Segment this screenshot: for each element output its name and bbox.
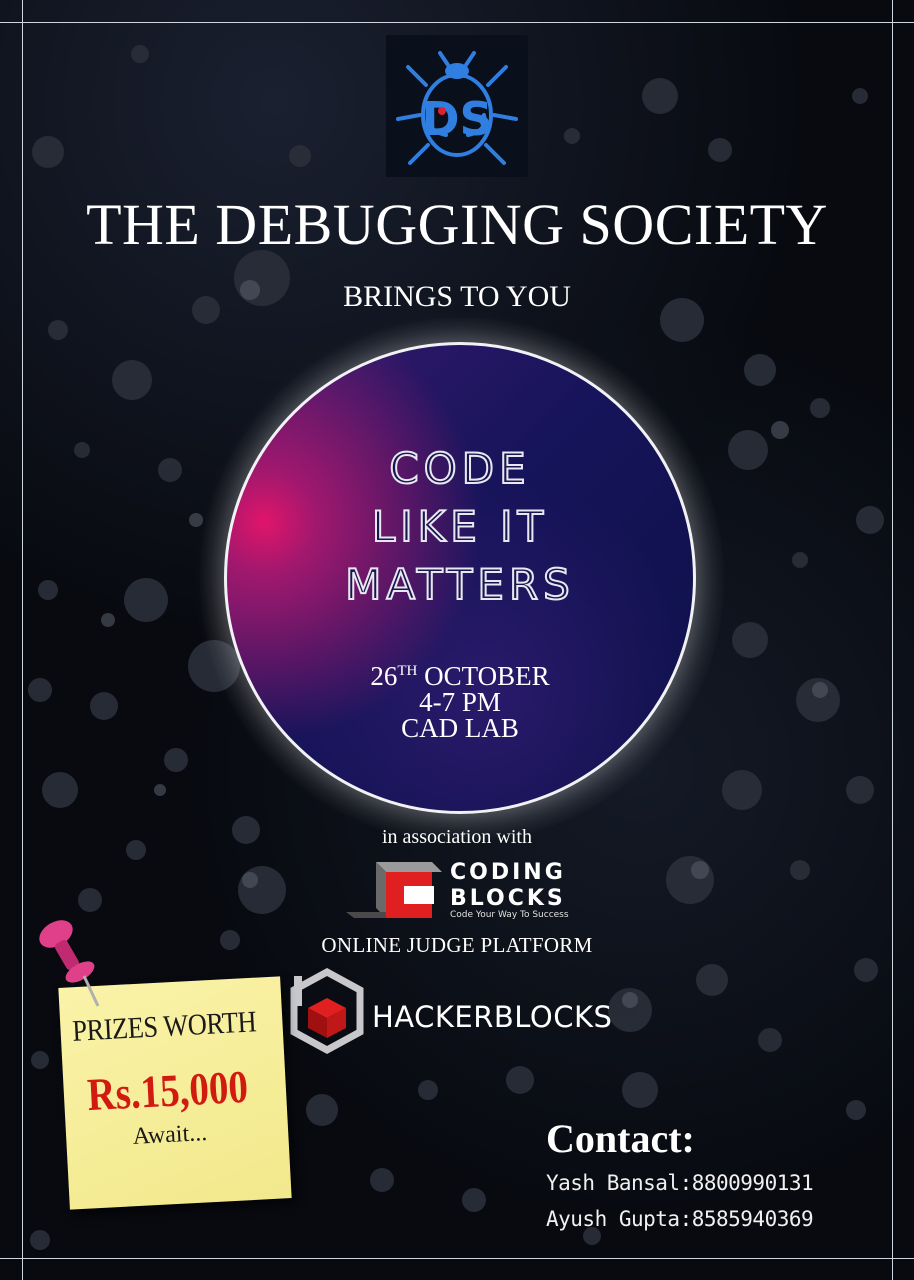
association-label: in association with (382, 826, 532, 848)
svg-text:DS: DS (421, 92, 492, 146)
hackerblocks-cube-icon (290, 968, 364, 1054)
headline-line-2: LIKE IT (371, 501, 549, 552)
frame-right-line (892, 0, 893, 1280)
event-venue: CAD LAB (401, 713, 519, 743)
platform-name: HACKERBLOCKS (372, 1000, 613, 1034)
pushpin-icon (39, 920, 100, 1007)
judge-label: ONLINE JUDGE PLATFORM (321, 933, 593, 957)
org-title: THE DEBUGGING SOCIETY (86, 192, 828, 257)
frame-top-line (0, 22, 914, 23)
subtitle: BRINGS TO YOU (343, 280, 571, 313)
event-poster: DS THE DEBUGGING SOCIETY BRINGS TO YOU C… (0, 0, 914, 1280)
prize-amount: Rs.15,000 (85, 1060, 250, 1121)
bug-icon: DS (396, 51, 518, 165)
partner-name-line-2: BLOCKS (450, 886, 566, 911)
contact-person-1: Yash Bansal:8800990131 (546, 1171, 814, 1195)
frame-left-line (22, 0, 23, 1280)
frame-bottom-line (0, 1258, 914, 1259)
contact-title: Contact: (546, 1116, 695, 1161)
event-info: 26TH OCTOBER 4-7 PM CAD LAB (224, 661, 696, 743)
society-logo: DS (386, 35, 528, 177)
prize-note-text: PRIZES WORTH Rs.15,000 Await... (53, 1004, 282, 1153)
event-date-suffix: TH (397, 663, 418, 679)
contact-person-2: Ayush Gupta:8585940369 (546, 1207, 814, 1231)
partner-name-line-1: CODING (450, 860, 566, 885)
headline-line-3: MATTERS (344, 559, 575, 610)
event-time: 4-7 PM (419, 687, 501, 717)
event-date-day: 26 (370, 661, 398, 691)
partner-name: CODING BLOCKS (450, 860, 610, 912)
partner-tagline: Code Your Way To Success (450, 910, 569, 920)
headline-line-1: CODE (388, 443, 531, 494)
event-headline: CODE LIKE IT MATTERS (224, 440, 696, 614)
event-date: 26TH OCTOBER (224, 661, 696, 691)
